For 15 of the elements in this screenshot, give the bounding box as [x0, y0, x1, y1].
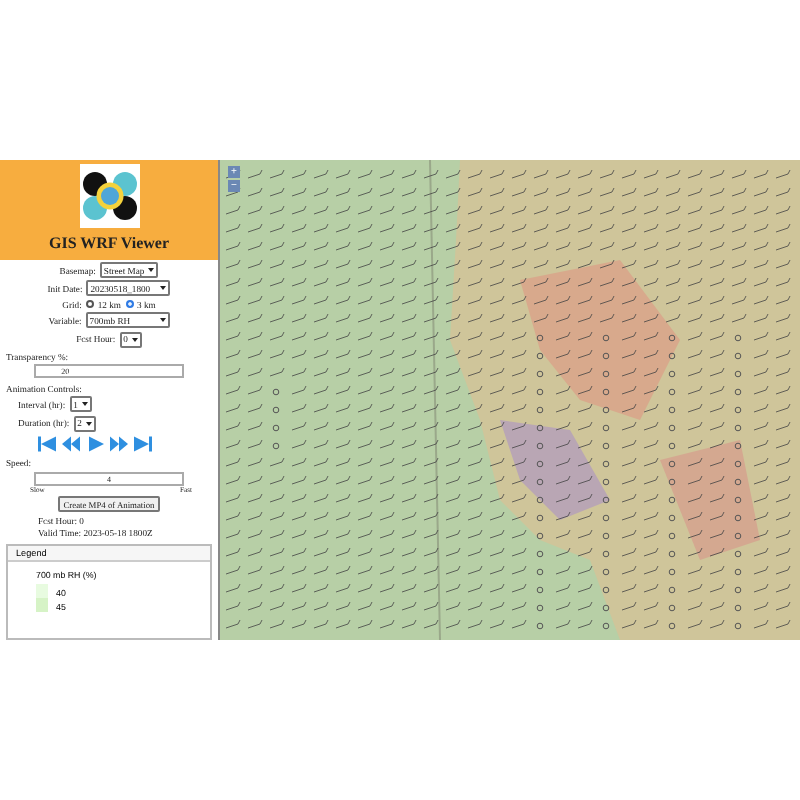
app-title: GIS WRF Viewer — [49, 234, 169, 252]
caret-icon — [148, 268, 155, 272]
radio-button[interactable] — [85, 300, 94, 309]
logo-icon — [79, 164, 139, 228]
play-icon[interactable] — [86, 435, 104, 452]
caret-icon — [81, 402, 88, 407]
caret-icon — [131, 337, 138, 342]
caret-icon — [85, 421, 92, 426]
radio-button[interactable] — [125, 300, 133, 309]
caret-icon — [159, 318, 166, 323]
caret-icon — [160, 286, 167, 291]
first-icon[interactable] — [38, 435, 56, 452]
rewind-icon[interactable] — [62, 435, 80, 452]
fast-forward-icon[interactable] — [110, 435, 128, 452]
last-icon[interactable] — [134, 435, 152, 452]
